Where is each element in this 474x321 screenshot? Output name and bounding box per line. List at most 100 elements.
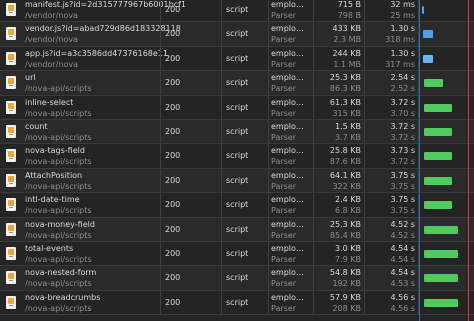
size-cell: 3.0 KB 7.9 KB	[313, 242, 364, 265]
resource-size: 192 KB	[332, 279, 361, 289]
table-row[interactable]: manifest.js?id=2d315777967b6001bcf1/vend…	[0, 0, 474, 23]
initiator-cell[interactable]: emplo… Parser	[268, 144, 313, 167]
name-cell[interactable]: inline-select/nova-api/scripts	[22, 96, 160, 119]
initiator-cell[interactable]: emplo… Parser	[268, 0, 313, 21]
transfer-size: 1.5 KB	[335, 121, 361, 131]
name-cell[interactable]: nova-nested-form/nova-api/scripts	[22, 266, 160, 289]
table-row[interactable]: url/nova-api/scripts 200 script emplo… Parse…	[0, 71, 474, 96]
column-divider	[268, 71, 269, 95]
time-cell: 3.72 s 3.70 s	[364, 96, 418, 119]
table-row[interactable]: inline-select/nova-api/scripts 200 script e…	[0, 95, 474, 120]
waterfall-bar	[423, 54, 434, 63]
name-cell[interactable]: url/nova-api/scripts	[22, 71, 160, 94]
network-request-table: manifest.js?id=2d315777967b6001bcf1/vend…	[0, 0, 474, 316]
name-cell[interactable]: count/nova-api/scripts	[22, 120, 160, 143]
name-cell[interactable]: vendor.js?id=abad729d86d183328118/vendor…	[22, 22, 181, 45]
status-code: 200	[165, 297, 181, 307]
time-cell: 3.75 s 3.75 s	[364, 169, 418, 192]
column-divider	[160, 0, 161, 22]
name-cell[interactable]: AttachPosition/nova-api/scripts	[22, 169, 160, 192]
icon-cell	[0, 144, 22, 167]
initiator-cell[interactable]: emplo… Parser	[268, 193, 313, 216]
request-name: app.js?id=a3c3586dd47376168e11	[25, 48, 168, 58]
waterfall-cell	[418, 169, 474, 192]
table-row[interactable]: nova-breadcrumbs/nova-api/scripts 200 scri…	[0, 290, 474, 316]
script-file-icon	[6, 27, 16, 41]
column-divider	[221, 241, 222, 266]
name-cell[interactable]: nova-breadcrumbs/nova-api/scripts	[22, 291, 160, 314]
size-cell: 61.3 KB 315 KB	[313, 96, 364, 119]
column-divider	[313, 95, 314, 119]
column-divider	[364, 46, 365, 71]
table-row[interactable]: vendor.js?id=abad729d86d183328118/vendor…	[0, 22, 474, 47]
table-row[interactable]: nova-tags-field/nova-api/scripts 200 scrip…	[0, 144, 474, 169]
status-code: 200	[165, 102, 181, 112]
table-row[interactable]: nova-nested-form/nova-api/scripts 200 scri…	[0, 266, 474, 291]
initiator-cell[interactable]: emplo… Parser	[268, 242, 313, 265]
initiator-cell[interactable]: emplo… Parser	[268, 169, 313, 192]
column-divider	[268, 46, 269, 71]
initiator-type: Parser	[271, 181, 297, 191]
resource-size: 208 KB	[332, 303, 361, 313]
initiator-type: Parser	[271, 157, 297, 167]
initiator-cell[interactable]: emplo… Parser	[268, 71, 313, 94]
initiator-cell[interactable]: emplo… Parser	[268, 218, 313, 241]
status-cell: 200	[160, 0, 221, 21]
column-divider	[268, 241, 269, 266]
column-divider	[313, 290, 314, 315]
initiator-type: Parser	[271, 84, 297, 94]
table-row[interactable]: AttachPosition/nova-api/scripts 200 script…	[0, 168, 474, 194]
initiator-cell[interactable]: emplo… Parser	[268, 120, 313, 143]
table-row[interactable]: total-events/nova-api/scripts 200 script em…	[0, 241, 474, 267]
script-file-icon	[6, 51, 16, 65]
resource-size: 85.4 KB	[329, 230, 361, 240]
column-divider	[221, 71, 222, 95]
initiator-cell[interactable]: emplo… Parser	[268, 266, 313, 289]
name-cell[interactable]: total-events/nova-api/scripts	[22, 242, 160, 265]
table-row[interactable]: app.js?id=a3c3586dd47376168e11/vendor/no…	[0, 46, 474, 72]
column-divider	[160, 95, 161, 119]
name-cell[interactable]: nova-money-field/nova-api/scripts	[22, 218, 160, 241]
initiator-cell[interactable]: emplo… Parser	[268, 291, 313, 314]
waterfall-cell	[418, 193, 474, 216]
waterfall-bar	[424, 152, 453, 161]
size-cell: 57.9 KB 208 KB	[313, 291, 364, 314]
table-row[interactable]: intl-date-time/nova-api/scripts 200 script…	[0, 193, 474, 218]
request-path: /nova-api/scripts	[25, 108, 92, 118]
column-divider	[221, 119, 222, 144]
column-divider	[221, 95, 222, 119]
waterfall-cell	[418, 96, 474, 119]
time-cell: 4.54 s 4.54 s	[364, 242, 418, 265]
initiator-link: emplo…	[271, 170, 304, 180]
column-divider	[268, 0, 269, 22]
icon-cell	[0, 193, 22, 216]
name-cell[interactable]: intl-date-time/nova-api/scripts	[22, 193, 160, 216]
request-path: /nova-api/scripts	[25, 206, 92, 216]
name-cell[interactable]: nova-tags-field/nova-api/scripts	[22, 144, 160, 167]
resource-size: 1.1 MB	[333, 59, 361, 69]
name-cell[interactable]: manifest.js?id=2d315777967b6001bcf1/vend…	[22, 0, 186, 21]
initiator-type: Parser	[271, 35, 297, 45]
status-code: 200	[165, 200, 181, 210]
initiator-link: emplo…	[271, 0, 304, 9]
request-path: /nova-api/scripts	[25, 84, 92, 94]
status-cell: 200	[160, 47, 221, 70]
initiator-cell[interactable]: emplo… Parser	[268, 47, 313, 70]
table-row[interactable]: nova-money-field/nova-api/scripts 200 scri…	[0, 217, 474, 242]
name-cell[interactable]: app.js?id=a3c3586dd47376168e11/vendor/no…	[22, 47, 168, 70]
waterfall-cell	[418, 47, 474, 70]
initiator-cell[interactable]: emplo… Parser	[268, 22, 313, 45]
resource-size: 87.6 KB	[329, 157, 361, 167]
transfer-size: 244 KB	[332, 48, 361, 58]
status-cell: 200	[160, 144, 221, 167]
column-divider	[268, 168, 269, 193]
script-file-icon	[6, 149, 16, 163]
column-divider	[364, 217, 365, 241]
initiator-type: Parser	[271, 206, 297, 216]
table-row[interactable]: count/nova-api/scripts 200 script emplo… Par…	[0, 119, 474, 145]
time-cell: 4.56 s 4.56 s	[364, 291, 418, 314]
transfer-size: 3.0 KB	[335, 243, 361, 253]
initiator-cell[interactable]: emplo… Parser	[268, 96, 313, 119]
time-cell: 1.30 s 317 ms	[364, 47, 418, 70]
script-file-icon	[6, 198, 16, 212]
